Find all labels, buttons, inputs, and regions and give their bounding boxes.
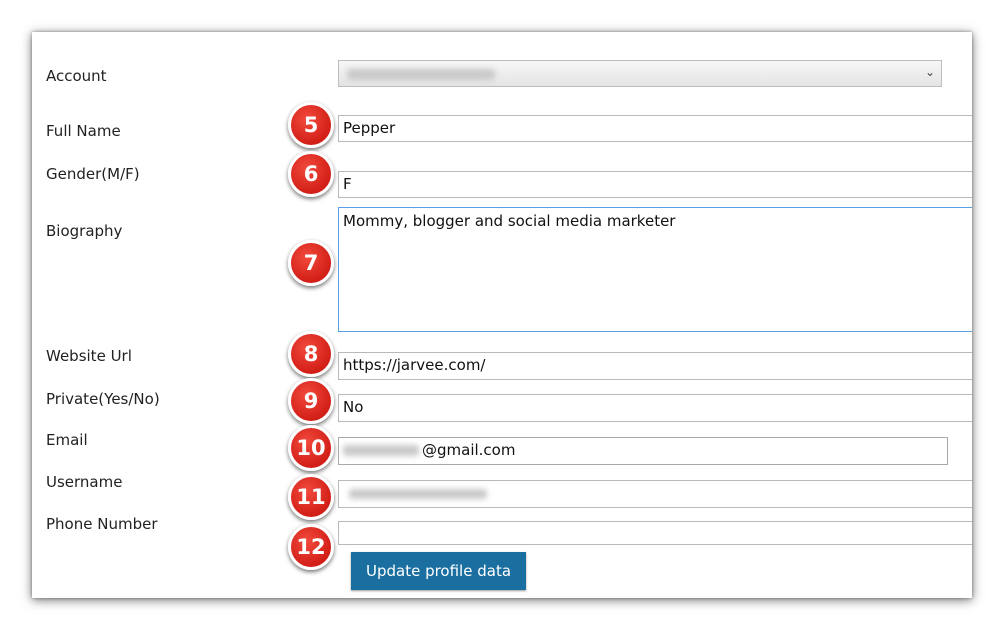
marker-badge-5: 5 bbox=[288, 102, 334, 148]
private-label: Private(Yes/No) bbox=[46, 390, 160, 408]
username-value-redacted bbox=[349, 489, 487, 499]
marker-badge-11: 11 bbox=[288, 474, 334, 520]
website-input[interactable]: https://jarvee.com/ bbox=[338, 352, 972, 380]
private-input[interactable]: No bbox=[338, 394, 972, 422]
biography-label: Biography bbox=[46, 222, 123, 240]
marker-badge-9: 9 bbox=[288, 378, 334, 424]
account-label: Account bbox=[46, 67, 107, 85]
username-input[interactable] bbox=[338, 480, 972, 508]
phone-input[interactable] bbox=[338, 521, 972, 545]
marker-badge-6: 6 bbox=[288, 151, 334, 197]
phone-label: Phone Number bbox=[46, 515, 158, 533]
website-label: Website Url bbox=[46, 347, 132, 365]
account-select[interactable]: ⌄ bbox=[338, 60, 942, 87]
account-value-redacted bbox=[347, 69, 495, 80]
marker-badge-7: 7 bbox=[288, 240, 334, 286]
username-label: Username bbox=[46, 473, 123, 491]
email-local-part-redacted bbox=[343, 445, 419, 456]
marker-badge-10: 10 bbox=[288, 425, 334, 471]
update-profile-button[interactable]: Update profile data bbox=[351, 552, 526, 590]
marker-badge-12: 12 bbox=[288, 524, 334, 570]
email-domain: @gmail.com bbox=[422, 441, 516, 459]
email-label: Email bbox=[46, 431, 88, 449]
chevron-down-icon[interactable]: ⌄ bbox=[925, 65, 935, 79]
biography-textarea[interactable]: Mommy, blogger and social media marketer bbox=[338, 207, 972, 332]
email-input[interactable]: @gmail.com bbox=[338, 437, 948, 465]
full-name-label: Full Name bbox=[46, 122, 121, 140]
profile-form-panel: Account ⌄ Full Name 5 Pepper Gender(M/F)… bbox=[32, 32, 972, 598]
marker-badge-8: 8 bbox=[288, 331, 334, 377]
gender-input[interactable]: F bbox=[338, 171, 972, 198]
full-name-input[interactable]: Pepper bbox=[338, 115, 972, 142]
gender-label: Gender(M/F) bbox=[46, 165, 140, 183]
